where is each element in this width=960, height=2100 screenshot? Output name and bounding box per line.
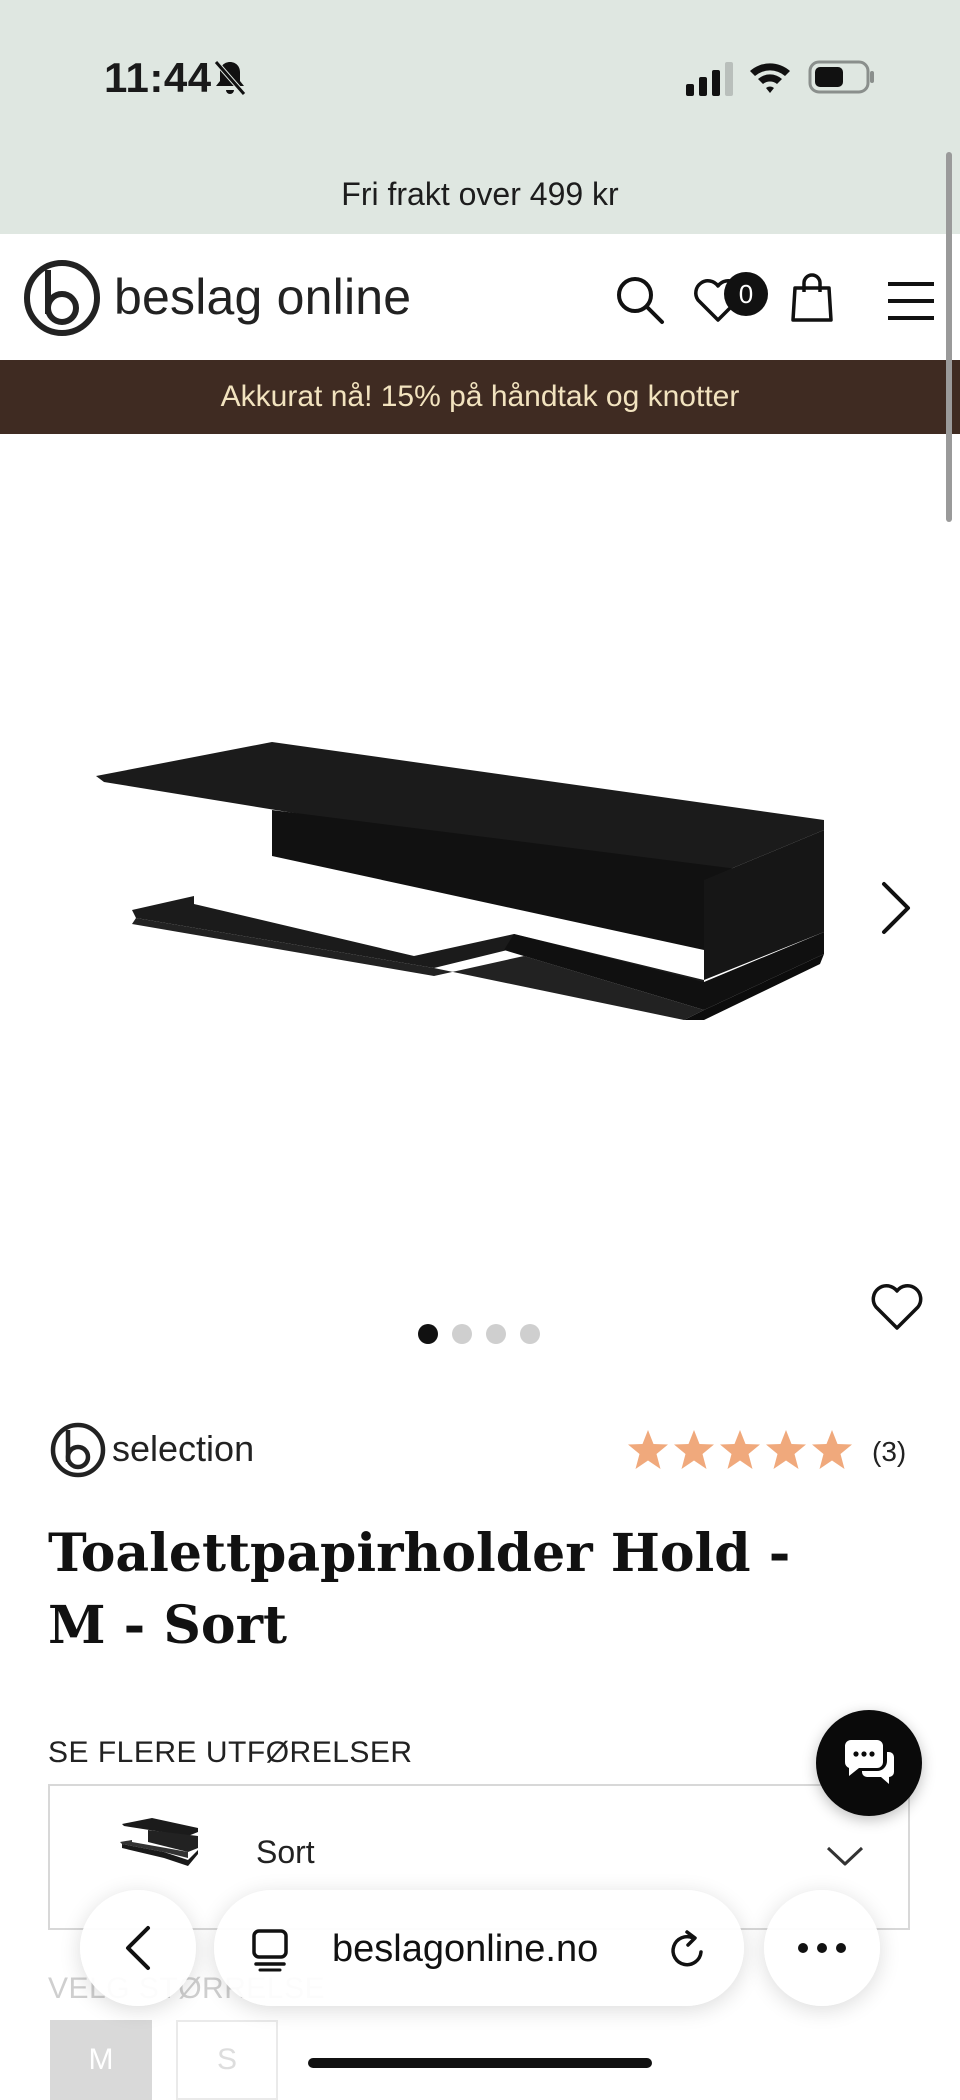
- size-option-m[interactable]: M: [50, 2020, 152, 2100]
- search-icon[interactable]: [614, 274, 666, 326]
- reload-icon[interactable]: [666, 1928, 708, 1972]
- browser-more-button[interactable]: [764, 1890, 880, 2006]
- star-icon: [674, 1430, 714, 1469]
- cellular-signal-icon: [686, 62, 733, 96]
- menu-hamburger-icon[interactable]: [886, 280, 936, 322]
- variant-thumbnail: [120, 1818, 198, 1866]
- reader-page-icon[interactable]: [250, 1928, 290, 1972]
- battery-icon: [808, 60, 874, 94]
- gallery-dot[interactable]: [486, 1324, 506, 1344]
- page-scrollbar[interactable]: [946, 152, 952, 522]
- add-to-wishlist-heart-icon[interactable]: [870, 1282, 924, 1332]
- star-icon: [766, 1430, 806, 1469]
- logo-text[interactable]: beslag online: [114, 268, 411, 326]
- chat-button[interactable]: [816, 1710, 922, 1816]
- product-image[interactable]: [84, 720, 844, 1070]
- shopping-bag-icon[interactable]: [790, 272, 834, 324]
- bell-muted-icon: [214, 60, 246, 96]
- rating-stars[interactable]: [626, 1428, 854, 1472]
- gallery-dot[interactable]: [520, 1324, 540, 1344]
- product-title: Toalettpapirholder Hold - M - Sort: [48, 1523, 791, 1656]
- free-shipping-banner: Fri frakt over 499 kr: [0, 154, 960, 234]
- beslag-logo-icon[interactable]: [22, 258, 102, 338]
- gallery-dot[interactable]: [452, 1324, 472, 1344]
- browser-url-text[interactable]: beslagonline.no: [332, 1928, 598, 1971]
- star-icon: [628, 1430, 668, 1469]
- status-time: 11:44: [104, 54, 212, 101]
- chevron-left-icon: [126, 1926, 150, 1970]
- brand-name[interactable]: selection: [112, 1428, 254, 1470]
- chat-bubbles-icon: [844, 1740, 894, 1784]
- star-icon: [812, 1430, 852, 1469]
- next-image-arrow-icon[interactable]: [876, 880, 916, 936]
- gallery-dot[interactable]: [418, 1324, 438, 1344]
- gallery-pagination: [418, 1324, 540, 1344]
- review-count[interactable]: (3): [872, 1436, 906, 1468]
- variants-label: SE FLERE UTFØRELSER: [48, 1736, 413, 1769]
- brand-logo-icon[interactable]: [48, 1420, 108, 1480]
- more-dots-icon: [798, 1943, 846, 1953]
- variant-selected-value: Sort: [256, 1834, 315, 1870]
- star-icon: [720, 1430, 760, 1469]
- home-indicator[interactable]: [308, 2058, 652, 2068]
- promo-banner[interactable]: Akkurat nå! 15% på håndtak og knotter: [0, 360, 960, 434]
- wishlist-count-badge: 0: [724, 272, 768, 316]
- browser-back-button[interactable]: [80, 1890, 196, 2006]
- wifi-icon: [750, 63, 790, 93]
- size-option-s[interactable]: S: [176, 2020, 278, 2100]
- chevron-down-icon: [826, 1846, 864, 1866]
